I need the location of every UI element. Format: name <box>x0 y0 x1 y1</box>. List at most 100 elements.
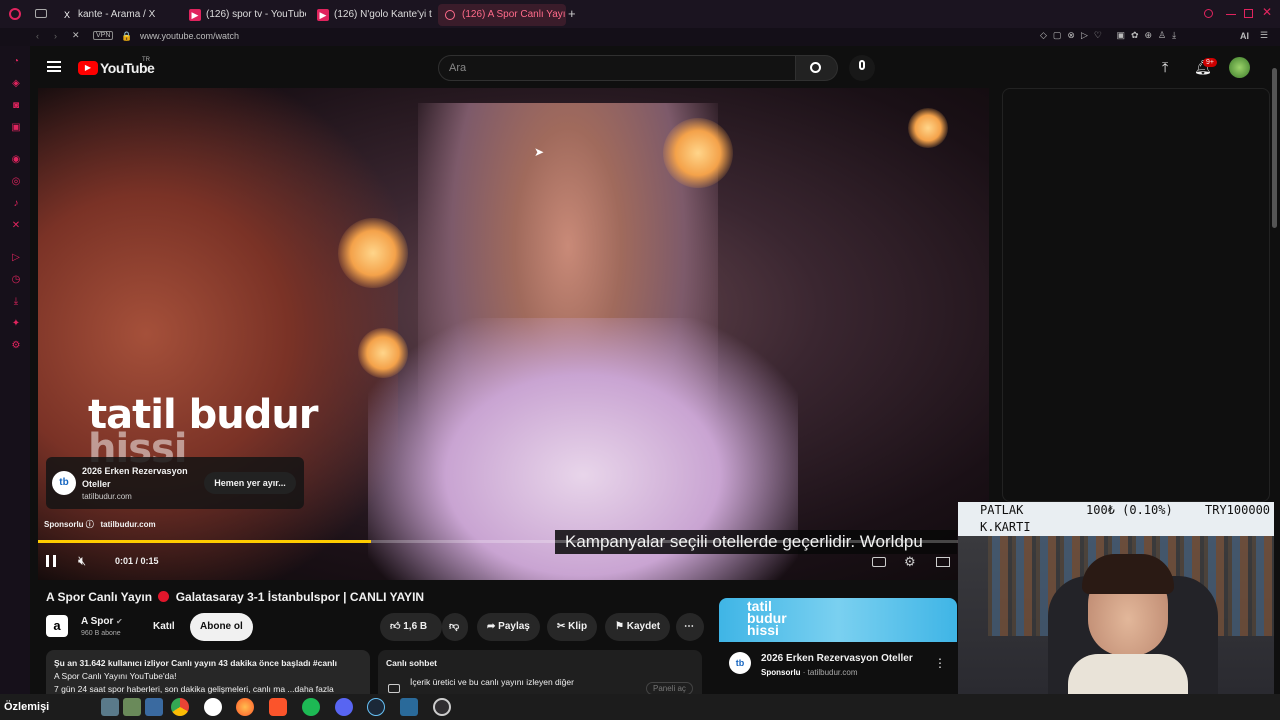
search-tabs-icon[interactable] <box>1204 9 1213 18</box>
search-input[interactable]: Ara <box>438 55 796 81</box>
taskbar-app-icon[interactable] <box>101 698 119 716</box>
thumbs-down-icon: 👎︎ <box>449 621 460 632</box>
share-button[interactable]: ➦ Paylaş <box>477 613 540 641</box>
more-actions-button[interactable]: ⋯ <box>676 613 704 641</box>
save-button[interactable]: ⚑ Kaydet <box>605 613 671 641</box>
loading-icon <box>445 10 455 20</box>
taskbar-app-icon[interactable] <box>145 698 163 716</box>
mic-icon <box>859 60 865 70</box>
avatar[interactable] <box>1229 57 1250 78</box>
open-panel-button[interactable]: Paneli aç <box>646 682 693 694</box>
vpn-badge[interactable]: VPN <box>93 31 114 40</box>
subtitles-icon[interactable] <box>872 557 886 567</box>
chat-title: Canlı sohbet <box>386 658 438 668</box>
discord-icon[interactable] <box>335 698 353 716</box>
clip-button[interactable]: ✂ Klip <box>547 613 598 641</box>
webcam-person-body <box>1068 654 1188 694</box>
url-field[interactable]: www.youtube.com/watch <box>140 31 239 41</box>
twitch-icon[interactable]: ▣ <box>10 122 22 134</box>
subscribe-button[interactable]: Abone ol <box>190 613 253 641</box>
social-icon[interactable]: ◈ <box>10 78 22 90</box>
hamburger-icon[interactable] <box>47 61 61 72</box>
extensions-icons[interactable]: ◇▢⊗▷♡ ▣✿⊕♙⤓ <box>1040 30 1182 41</box>
player-icon[interactable]: ▷ <box>10 252 22 264</box>
brave-icon[interactable] <box>269 698 287 716</box>
dislike-button[interactable]: 👎︎ <box>442 613 468 641</box>
time-display: 0:01 / 0:15 <box>115 556 159 566</box>
lantern-light <box>338 218 408 288</box>
taskbar <box>0 694 1280 720</box>
pause-icon[interactable] <box>46 555 56 567</box>
video-brand-overlay: tatil budur hissi <box>88 392 319 472</box>
companion-ad-panel <box>1002 88 1270 502</box>
video-title: A Spor Canlı Yayın Galatasaray 3-1 İstan… <box>46 590 425 604</box>
scrollbar[interactable] <box>1272 68 1277 228</box>
downloads-icon[interactable]: ⤓ <box>10 296 22 308</box>
menu-icon[interactable]: ☰ <box>1260 30 1268 41</box>
history-icon[interactable]: ◷ <box>10 274 22 286</box>
theater-icon[interactable] <box>936 557 950 567</box>
instagram-icon[interactable]: ◎ <box>10 176 22 188</box>
tab-overview-icon[interactable] <box>35 9 47 18</box>
channel-avatar[interactable]: a <box>46 615 68 637</box>
x-sidebar-icon[interactable]: ✕ <box>10 220 22 232</box>
reload-icon[interactable]: ✕ <box>72 30 80 41</box>
maximize-icon[interactable] <box>1244 9 1253 18</box>
scissors-icon: ✂ <box>557 621 566 632</box>
upload-icon[interactable]: ⤒ <box>1162 59 1168 76</box>
side-ad-info[interactable]: tb 2026 Erken Rezervasyon Oteller Sponso… <box>719 642 957 694</box>
ad-domain: tatilbudur.com <box>82 492 132 501</box>
tab-x-search[interactable]: Xkante - Arama / X <box>54 4 178 26</box>
mute-icon[interactable]: 🔇︎ <box>78 553 86 569</box>
whatsapp-icon[interactable]: ◉ <box>10 154 22 166</box>
gear-icon[interactable]: ⚙ <box>904 554 916 570</box>
minimize-icon[interactable] <box>1226 14 1236 15</box>
back-icon[interactable]: ‹ <box>36 31 39 41</box>
voice-search-button[interactable] <box>849 55 875 81</box>
search-button[interactable] <box>796 55 838 81</box>
aria-icon[interactable]: ◔ <box>10 56 22 68</box>
streamer-webcam <box>958 536 1274 694</box>
like-button[interactable]: 👍︎ 1,6 B <box>380 613 442 641</box>
verified-icon: ✔ <box>116 617 123 626</box>
steam-icon[interactable] <box>367 698 385 716</box>
youtube-icon: ▶ <box>189 9 201 21</box>
notification-count-badge: 9+ <box>1203 58 1217 67</box>
ai-button[interactable]: AI <box>1240 31 1249 41</box>
description-box[interactable]: Şu an 31.642 kullanıcı izliyor Canlı yay… <box>46 650 370 694</box>
live-dot-icon <box>158 591 170 602</box>
obs-icon[interactable] <box>433 698 451 716</box>
settings-icon[interactable]: ⚙ <box>10 340 22 352</box>
youtube-play-icon: ▶ <box>78 61 98 75</box>
taskbar-app-icon[interactable] <box>123 698 141 716</box>
side-ad-banner[interactable]: tatil budur hissi <box>719 598 957 642</box>
more-vert-icon[interactable]: ⋮ <box>934 656 946 670</box>
close-icon[interactable]: ✕ <box>1262 5 1272 19</box>
extensions-sidebar-icon[interactable]: ✦ <box>10 318 22 330</box>
tiktok-icon[interactable]: ♪ <box>10 198 22 210</box>
new-tab-button[interactable]: + <box>568 6 580 21</box>
chrome-icon[interactable] <box>171 698 189 716</box>
taskbar-app-icon[interactable] <box>400 698 418 716</box>
tatilbudur-logo-icon: tb <box>729 652 751 674</box>
address-bar: ‹ › ✕ VPN 🔒 www.youtube.com/watch ◇▢⊗▷♡ … <box>0 28 1280 46</box>
messenger-icon[interactable]: ◙ <box>10 100 22 112</box>
lantern-light <box>358 328 408 378</box>
ad-cta-button[interactable]: Hemen yer ayır... <box>204 472 296 494</box>
tab-kante[interactable]: ▶ (126) N'golo Kante'yi t <box>310 4 434 26</box>
join-button[interactable]: Katıl <box>143 613 185 641</box>
tab-a-spor-active[interactable]: (126) A Spor Canlı Yayın <box>438 4 566 26</box>
live-chat-panel: Canlı sohbet İçerik üretici ve bu canlı … <box>378 650 702 694</box>
donation-alert: PATLAK 100₺ (0.10%) TRY100000 K.KARTI <box>958 502 1274 536</box>
opera-logo-icon[interactable] <box>9 8 21 20</box>
spotify-icon[interactable] <box>302 698 320 716</box>
sponsored-label: Sponsorlu ⓘ tatilbudur.com <box>44 520 156 529</box>
search-icon <box>810 62 821 73</box>
forward-icon[interactable]: › <box>54 31 57 41</box>
taskbar-label[interactable]: Özlemişi <box>4 701 49 713</box>
tab-spor-tv[interactable]: ▶ (126) spor tv - YouTube <box>182 4 306 26</box>
ad-card[interactable]: tb 2026 Erken Rezervasyon Oteller tatilb… <box>46 457 304 509</box>
yandex-icon[interactable] <box>204 698 222 716</box>
channel-name[interactable]: A Spor <box>81 616 113 627</box>
firefox-icon[interactable] <box>236 698 254 716</box>
